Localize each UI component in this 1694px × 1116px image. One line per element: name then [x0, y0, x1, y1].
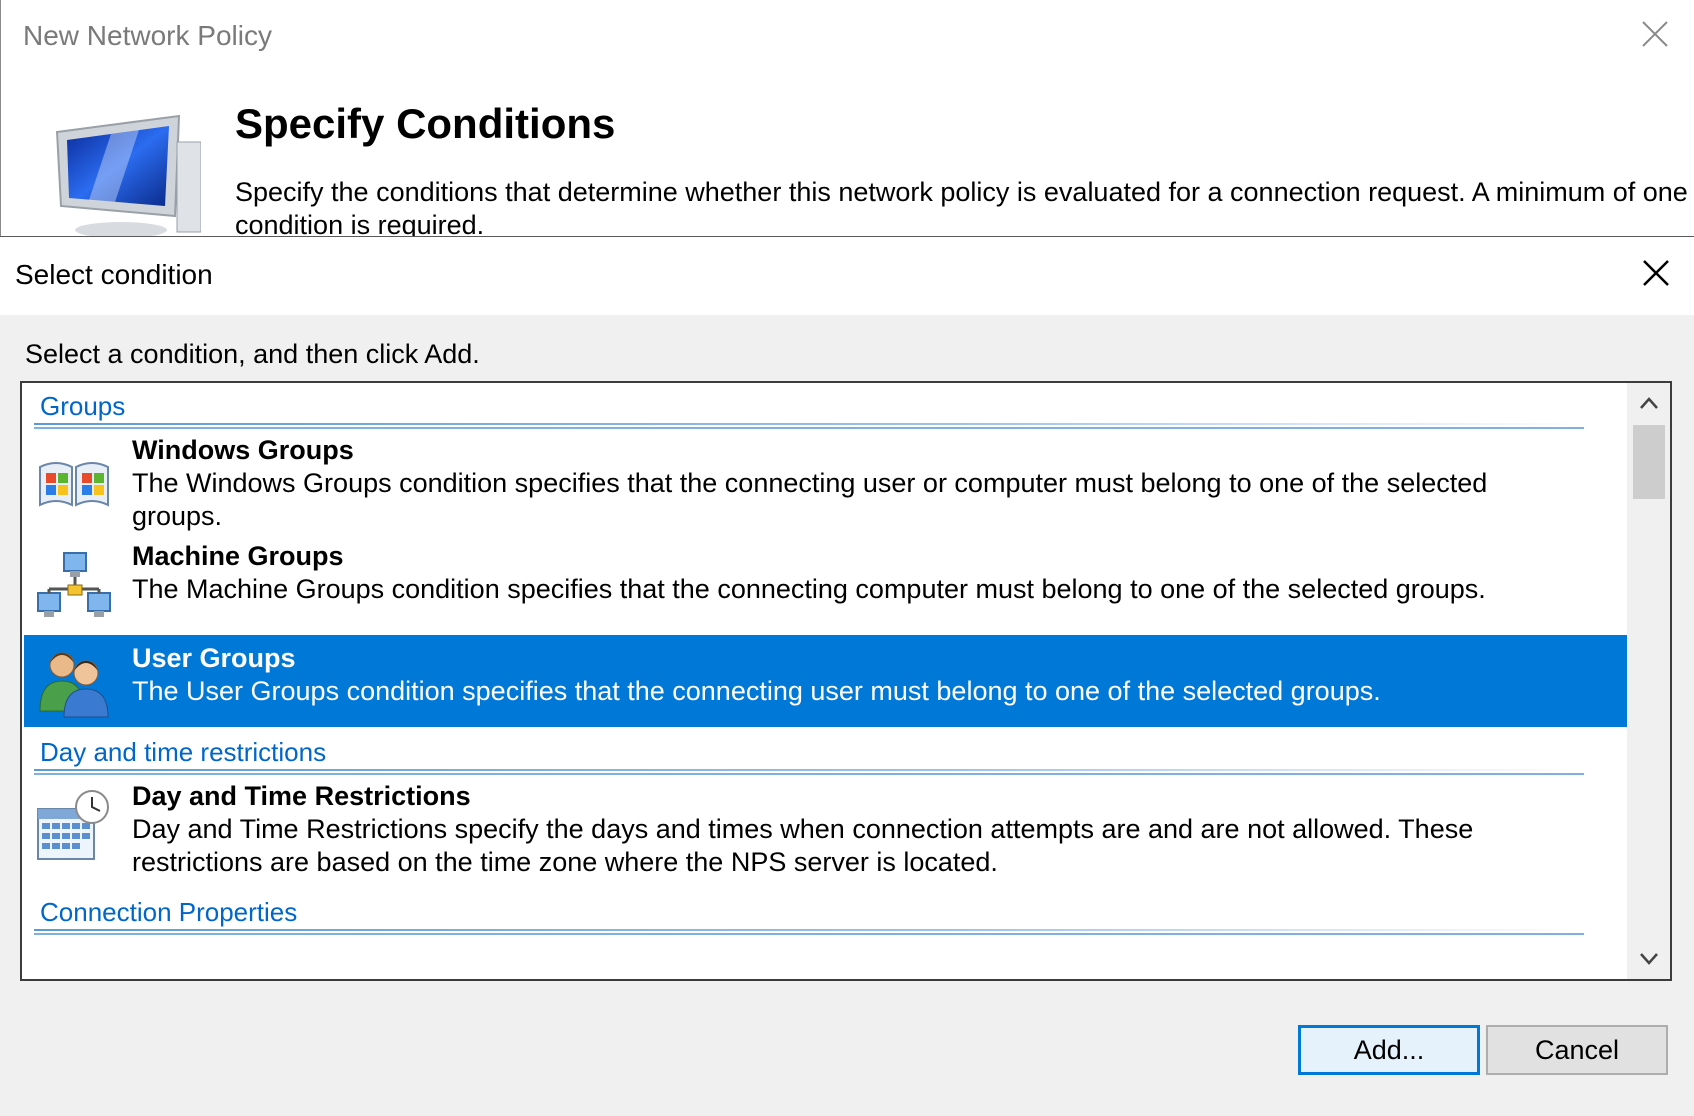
monitor-icon: [55, 114, 201, 238]
instruction-text: Select a condition, and then click Add.: [25, 339, 480, 369]
list-item-user-groups[interactable]: User Groups The User Groups condition sp…: [24, 635, 1627, 727]
item-description: The User Groups condition specifies that…: [132, 676, 1381, 706]
add-button[interactable]: Add...: [1298, 1025, 1480, 1075]
list-item-machine-groups[interactable]: Machine Groups The Machine Groups condit…: [24, 541, 1627, 635]
new-network-policy-window: New Network Policy Specify Conditions Sp…: [0, 0, 1694, 238]
scroll-up-button[interactable]: [1627, 383, 1670, 423]
vertical-scrollbar[interactable]: [1627, 383, 1670, 979]
scroll-down-button[interactable]: [1627, 939, 1670, 979]
chevron-down-icon: [1639, 953, 1658, 965]
chevron-up-icon: [1639, 397, 1658, 409]
item-description: Day and Time Restrictions specify the da…: [132, 814, 1474, 877]
machine-groups-icon: [37, 552, 111, 617]
item-title: Windows Groups: [132, 435, 354, 465]
group-header-label: Day and time restrictions: [40, 737, 327, 767]
list-item-day-time-restrictions[interactable]: Day and Time Restrictions Day and Time R…: [24, 775, 1627, 885]
calendar-clock-icon: [37, 790, 109, 860]
close-icon[interactable]: [1634, 251, 1678, 295]
wizard-heading: Specify Conditions: [235, 100, 616, 147]
wizard-title: New Network Policy: [23, 20, 272, 51]
wizard-clip: New Network Policy Specify Conditions Sp…: [1, 0, 1694, 238]
condition-listbox[interactable]: Groups Windows Groups The Windows Groups…: [20, 381, 1672, 981]
dialog-titlebar: Select condition: [0, 237, 1694, 315]
select-condition-dialog: Select condition Select a condition, and…: [0, 236, 1694, 1116]
group-divider: [34, 423, 1584, 425]
list-item-windows-groups[interactable]: Windows Groups The Windows Groups condit…: [24, 429, 1627, 539]
windows-groups-icon: [39, 462, 109, 507]
condition-list: Groups Windows Groups The Windows Groups…: [22, 383, 1627, 979]
group-header-label: Groups: [40, 391, 126, 421]
cancel-button[interactable]: Cancel: [1486, 1025, 1668, 1075]
group-divider: [34, 929, 1584, 931]
scroll-thumb[interactable]: [1633, 425, 1665, 499]
item-title: User Groups: [132, 643, 296, 673]
group-header-label: Connection Properties: [40, 897, 298, 927]
user-groups-icon: [39, 652, 109, 718]
item-description: The Windows Groups condition specifies t…: [132, 468, 1488, 531]
group-divider: [34, 769, 1584, 771]
wizard-description: Specify the conditions that determine wh…: [235, 177, 1688, 238]
dialog-title: Select condition: [15, 259, 213, 290]
close-icon[interactable]: [1635, 14, 1675, 54]
item-title: Machine Groups: [132, 541, 344, 571]
item-title: Day and Time Restrictions: [132, 781, 471, 811]
item-description: The Machine Groups condition specifies t…: [132, 574, 1486, 604]
